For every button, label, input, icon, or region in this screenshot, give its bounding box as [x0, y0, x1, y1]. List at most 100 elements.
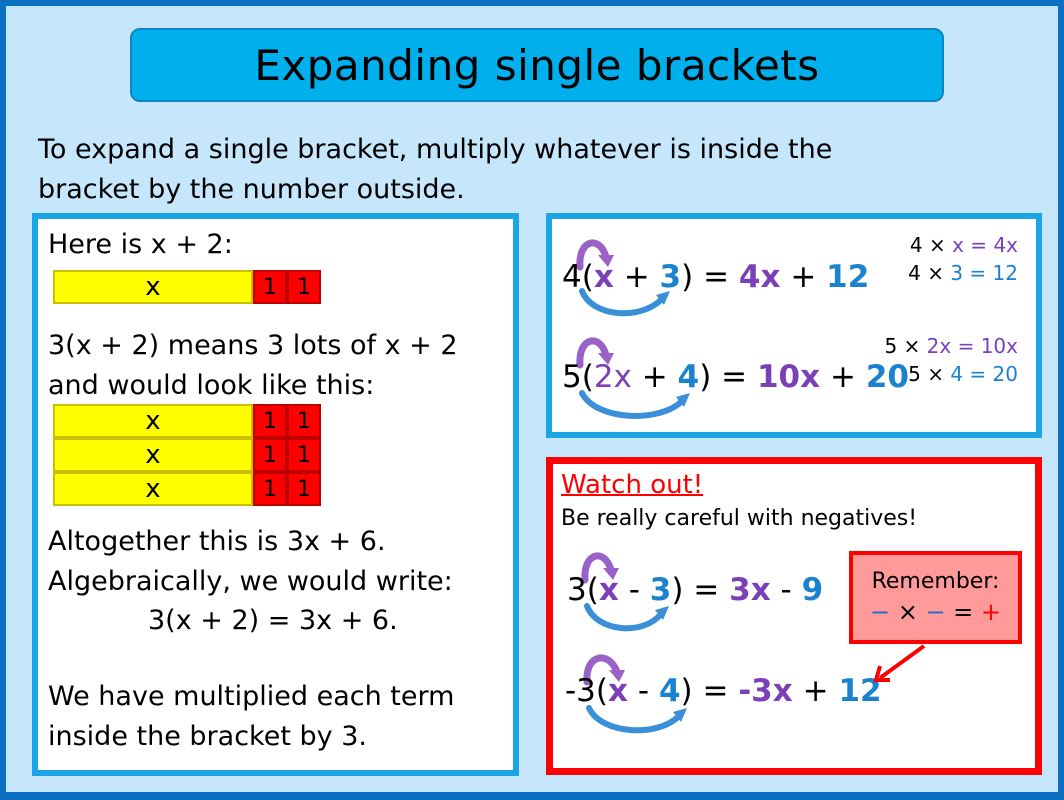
result-operator: + — [780, 259, 827, 295]
working-2a: 5 × 2x = 10x — [884, 334, 1018, 358]
minus-sign: − — [925, 598, 946, 626]
algebra-tile-row: x 1 1 — [53, 472, 321, 506]
here-is-text: Here is x + 2: — [48, 229, 233, 260]
blue-curved-arrow-icon — [579, 390, 685, 419]
close-bracket: ) — [671, 572, 684, 608]
plus-sign: + — [980, 598, 1002, 626]
inner-term-2: 3 — [649, 572, 672, 608]
working-result: 4x — [993, 233, 1018, 257]
watch-out-heading: Watch out! — [561, 470, 704, 500]
working-factor: 5 × — [884, 334, 927, 358]
example-equation-1: 4(x + 3) = 4x + 12 — [562, 259, 869, 295]
working-term: x — [952, 233, 964, 257]
altogether-text: Altogether this is 3x + 6. — [48, 526, 386, 557]
blue-curved-arrow-icon — [584, 603, 664, 632]
working-equals: = — [963, 261, 993, 285]
title-banner: Expanding single brackets — [130, 28, 944, 102]
unit-tile: 1 — [253, 472, 287, 506]
negative-example-1: 3(x - 3) = 3x - 9 — [567, 572, 823, 608]
multiplier: 5 — [562, 359, 582, 395]
inner-term-2: 4 — [658, 673, 681, 709]
multiplier: -3 — [565, 673, 596, 709]
open-bracket: ( — [586, 572, 599, 608]
inner-term-2: 4 — [677, 359, 700, 395]
inner-term-1: x — [598, 572, 619, 608]
inner-term-1: x — [593, 259, 614, 295]
result-operator: + — [792, 673, 839, 709]
algebra-tile-row: x 1 1 — [53, 438, 321, 472]
working-factor: 5 × — [908, 362, 951, 386]
means-line-1: 3(x + 2) means 3 lots of x + 2 — [48, 330, 458, 361]
working-term: 2x — [926, 334, 952, 358]
examples-panel: 4(x + 3) = 4x + 12 4 × x = 4x 4 × 3 = 12… — [546, 213, 1042, 438]
equals: = — [711, 359, 757, 395]
intro-line-2: bracket by the number outside. — [38, 174, 465, 205]
result-term-1: -3x — [738, 673, 793, 709]
result-term-2: 9 — [801, 572, 824, 608]
result-operator: + — [820, 359, 866, 395]
x-tile: x — [53, 438, 253, 472]
x-tile: x — [53, 404, 253, 438]
algebra-tile-row: x 1 1 — [53, 404, 321, 438]
open-bracket: ( — [595, 673, 609, 709]
algebra-tile-row-single: x 1 1 — [53, 270, 321, 304]
working-equals: = — [951, 334, 981, 358]
page-title: Expanding single brackets — [254, 40, 820, 90]
inner-term-2: 3 — [659, 259, 682, 295]
working-factor: 4 × — [908, 261, 951, 285]
working-result: 10x — [980, 334, 1018, 358]
equals-sign: = — [945, 598, 981, 626]
result-term-2: 12 — [826, 259, 870, 295]
inner-term-1: x — [608, 673, 629, 709]
intro-line-1: To expand a single bracket, multiply wha… — [38, 134, 833, 165]
result-term-1: 10x — [756, 359, 821, 395]
operator: - — [618, 572, 650, 608]
open-bracket: ( — [581, 259, 594, 295]
operator: - — [628, 673, 659, 709]
close-bracket: ) — [699, 359, 712, 395]
open-bracket: ( — [581, 359, 594, 395]
unit-tile: 1 — [253, 404, 287, 438]
close-bracket: ) — [681, 259, 694, 295]
result-term-1: 3x — [729, 572, 771, 608]
unit-tile: 1 — [287, 404, 321, 438]
negatives-warning: Be really careful with negatives! — [561, 506, 918, 531]
blue-curved-arrow-icon — [586, 705, 682, 734]
equals: = — [683, 572, 730, 608]
result-operator: - — [770, 572, 802, 608]
worked-equation: 3(x + 2) = 3x + 6. — [148, 605, 398, 636]
working-factor: 4 × — [909, 233, 953, 257]
x-tile: x — [53, 472, 253, 506]
remember-title: Remember: — [871, 569, 1000, 594]
means-line-2: and would look like this: — [48, 370, 375, 401]
working-2b: 5 × 4 = 20 — [908, 362, 1018, 386]
close-bracket: ) — [680, 673, 693, 709]
result-term-2: 20 — [865, 359, 909, 395]
working-equals: = — [963, 233, 994, 257]
multiplier: 3 — [567, 572, 587, 608]
algebraically-text: Algebraically, we would write: — [48, 566, 453, 597]
unit-tile: 1 — [287, 270, 321, 304]
pointer-arrow-icon — [878, 644, 926, 680]
example-equation-2: 5(2x + 4) = 10x + 20 — [562, 359, 909, 395]
negative-example-2: -3(x - 4) = -3x + 12 — [565, 673, 882, 709]
remember-callout: Remember: − × − = + — [849, 551, 1022, 644]
times-sign: × — [890, 598, 926, 626]
sign-rule: − × − = + — [853, 598, 1018, 626]
unit-tile: 1 — [287, 472, 321, 506]
explanation-panel: Here is x + 2: x 1 1 3(x + 2) means 3 lo… — [32, 213, 519, 776]
working-term: 3 — [950, 261, 964, 285]
unit-tile: 1 — [253, 270, 287, 304]
result-term-1: 4x — [738, 259, 781, 295]
inner-term-1: 2x — [593, 359, 632, 395]
callout-pointer — [873, 644, 926, 682]
working-1a: 4 × x = 4x — [910, 233, 1018, 257]
unit-tile: 1 — [253, 438, 287, 472]
working-result: 12 — [992, 261, 1018, 285]
unit-tile: 1 — [287, 438, 321, 472]
multiplier: 4 — [562, 259, 582, 295]
intro-text: To expand a single bracket, multiply wha… — [38, 130, 1018, 210]
x-tile: x — [53, 270, 253, 304]
working-equals: = — [963, 362, 993, 386]
working-term: 4 — [950, 362, 964, 386]
